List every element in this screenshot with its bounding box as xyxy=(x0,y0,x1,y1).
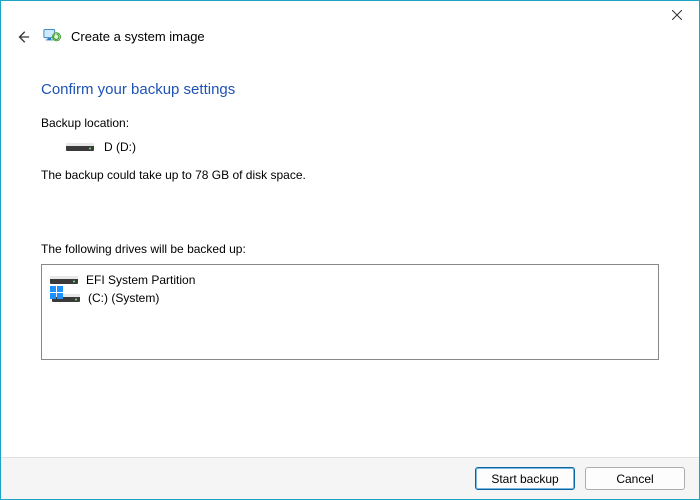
back-arrow-icon xyxy=(16,30,30,44)
drive-label: EFI System Partition xyxy=(86,273,195,287)
content-area: Confirm your backup settings Backup loca… xyxy=(1,47,699,360)
size-note: The backup could take up to 78 GB of dis… xyxy=(41,168,659,182)
windows-badge-icon xyxy=(50,286,64,300)
back-button[interactable] xyxy=(13,30,33,44)
footer: Start backup Cancel xyxy=(1,457,699,499)
close-button[interactable] xyxy=(655,1,699,29)
start-backup-button[interactable]: Start backup xyxy=(475,467,575,490)
backup-destination: D (D:) xyxy=(66,140,659,154)
drives-list: EFI System Partition (C:) (System) xyxy=(41,264,659,360)
page-heading: Confirm your backup settings xyxy=(41,81,659,98)
backup-destination-label: D (D:) xyxy=(104,140,136,154)
backup-location-label: Backup location: xyxy=(41,116,659,130)
wizard-title: Create a system image xyxy=(71,29,205,44)
drive-icon xyxy=(66,140,94,154)
header-row: Create a system image xyxy=(1,26,699,47)
drive-icon xyxy=(50,273,78,287)
cancel-button[interactable]: Cancel xyxy=(585,467,685,490)
close-icon xyxy=(672,10,682,20)
wizard-window: Create a system image Confirm your backu… xyxy=(0,0,700,500)
system-image-icon xyxy=(43,26,61,47)
list-item: EFI System Partition xyxy=(50,271,650,289)
list-item: (C:) (System) xyxy=(50,289,650,307)
drives-list-label: The following drives will be backed up: xyxy=(41,242,659,256)
drive-label: (C:) (System) xyxy=(88,291,159,305)
